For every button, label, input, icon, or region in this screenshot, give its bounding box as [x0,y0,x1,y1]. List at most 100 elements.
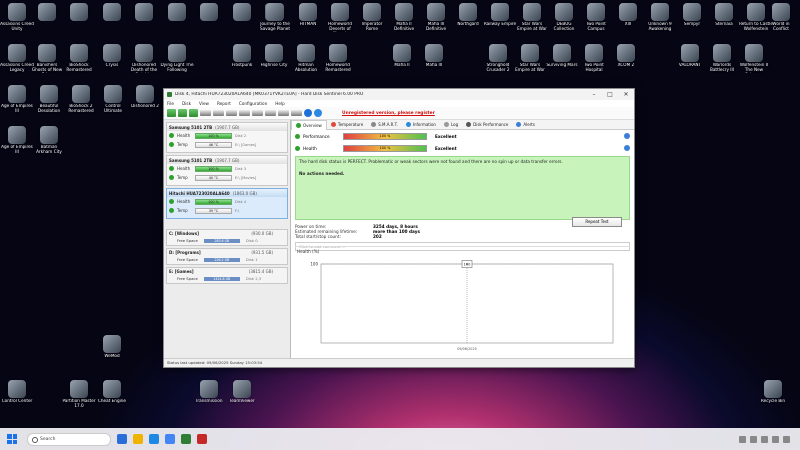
desktop-icon[interactable]: Highrise City [257,44,291,68]
desktop-icon[interactable]: Assassins Creed Unity [0,3,34,32]
disk-1-icon[interactable] [213,110,224,116]
app-taskbar-icon[interactable] [197,434,207,444]
disk-6-icon[interactable] [278,110,289,116]
desktop-icon[interactable]: Age of Empires III [0,85,34,114]
desktop-icon[interactable]: DEBUG Collection [547,3,581,32]
desktop-icon[interactable]: Beautiful Desolation [32,85,66,114]
disk-5-icon[interactable] [265,110,276,116]
refresh-icon[interactable] [167,109,176,117]
tab-temperature[interactable]: Temperature [327,120,367,129]
desktop-icon[interactable]: Sempyr [675,3,709,27]
partition-card[interactable]: C: [Windows] (930.0 GB) Free Space 283.6 G… [166,229,288,246]
test-icon[interactable] [178,109,187,117]
menu-file[interactable]: File [167,101,174,106]
task-view-icon[interactable] [117,434,127,444]
disk-0-icon[interactable] [200,110,211,116]
desktop-icon[interactable]: Star Wars Empire at War [515,3,549,32]
taskbar-search[interactable]: Search [27,432,111,446]
tray-icon[interactable] [761,435,768,443]
desktop-icon[interactable]: XCOM 2 [609,44,643,68]
desktop-icon[interactable]: Partition Master 17.0 [62,380,96,409]
tab-log[interactable]: Log [440,120,462,129]
desktop-icon[interactable]: Assassins Creed Legacy [0,44,34,73]
desktop-icon[interactable]: Imperator Rome [355,3,389,32]
menu-help[interactable]: Help [275,101,285,106]
desktop-icon[interactable]: Dying Light The Following [160,44,194,73]
desktop-icon[interactable]: WeMod [95,335,129,359]
file-explorer-icon[interactable] [133,434,143,444]
edge-icon[interactable] [149,434,159,444]
desktop-icon[interactable]: Mafia III Definitive [419,3,453,32]
desktop-icon[interactable]: Banishers Ghosts of New Eden [30,44,64,73]
desktop-icon[interactable] [95,3,129,22]
tray-icon[interactable] [783,435,790,443]
desktop-icon[interactable]: Dishonored 2 [128,85,162,109]
desktop-icon[interactable]: Two Point Campus [579,3,613,32]
desktop-icon[interactable]: Homeworld Remastered [321,44,355,73]
desktop-icon[interactable]: Two Point Hospital [577,44,611,73]
partition-card[interactable]: D: [Programs] (931.5 GB) Free Space 226.2 … [166,248,288,265]
disk-3-icon[interactable] [239,110,250,116]
desktop-icon[interactable]: Wolfenstein II The New Colossus [737,44,771,73]
desktop-icon[interactable]: Hitman Absolution [289,44,323,73]
tray-icon[interactable] [739,435,746,443]
help-icon[interactable] [624,145,630,151]
desktop-icon[interactable]: Control Ultimate [96,85,130,114]
desktop-icon[interactable]: Stronghold Crusader 2 [481,44,515,73]
desktop-icon[interactable] [127,3,161,22]
close-icon[interactable]: ✕ [618,89,634,100]
desktop-icon[interactable]: TeamViewer [225,380,259,404]
desktop-icon[interactable]: Sternaia [707,3,741,27]
desktop-icon[interactable]: Dishonored Death of the Outsider [127,44,161,73]
desktop-icon[interactable]: Mafia II [385,44,419,68]
desktop-icon[interactable]: Star Wars Empire at War [513,44,547,73]
tab-disk-performance[interactable]: Disk Performance [462,120,512,129]
tray-icon[interactable] [772,435,779,443]
tab-alerts[interactable]: Alerts [512,120,539,129]
menu-report[interactable]: Report [217,101,231,106]
window-titlebar[interactable]: Disk 4, Hitachi HUA723020ALA640 [MK0371Y… [164,89,634,100]
desktop-icon[interactable]: Batman Arkham City [32,126,66,155]
start-button[interactable] [7,434,17,444]
desktop-icon[interactable] [160,3,194,22]
desktop-icon[interactable]: BioShock 2 Remastered [64,85,98,114]
disk-card-selected[interactable]: Hitachi HUA723020ALA640 (1863.0 GB) Healt… [166,188,288,219]
menu-view[interactable]: View [199,101,209,106]
disk-card[interactable]: Samsung 5101 2TB (1907.7 GB) Health 100 % D… [166,122,288,153]
chrome-icon[interactable] [165,434,175,444]
desktop-icon[interactable]: Warlords Battlecry III [705,44,739,73]
maximize-icon[interactable]: □ [602,89,618,100]
info-icon[interactable] [314,109,322,117]
desktop-icon[interactable]: Crysis [95,44,129,68]
desktop-icon[interactable]: Mafia II Definitive [387,3,421,32]
disk-7-icon[interactable] [291,110,302,116]
desktop-icon[interactable] [225,3,259,22]
desktop-icon[interactable] [62,3,96,22]
desktop-icon[interactable]: Railway Empire [483,3,517,27]
desktop-icon[interactable]: HITMAN [291,3,325,27]
desktop-icon[interactable]: Homeworld Deserts of Kharak [323,3,357,32]
help-icon[interactable] [304,109,312,117]
help-icon[interactable] [624,133,630,139]
menu-disk[interactable]: Disk [182,101,191,106]
desktop-icon[interactable]: XIII [611,3,645,27]
desktop-icon[interactable]: BioShock Remastered [62,44,96,73]
disk-2-icon[interactable] [226,110,237,116]
tab-smart[interactable]: S.M.A.R.T. [367,120,402,129]
report-icon[interactable] [189,109,198,117]
desktop-icon[interactable]: Frostpunk [225,44,259,68]
desktop-icon[interactable]: Recycle Bin [756,380,790,404]
minimize-icon[interactable]: – [586,89,602,100]
desktop-icon[interactable] [192,3,226,22]
disk-4-icon[interactable] [252,110,263,116]
hd-sentinel-taskbar-icon[interactable] [181,434,191,444]
desktop-icon[interactable]: Journey to the Savage Planet [258,3,292,32]
disk-card[interactable]: Samsung 5101 2TB (1907.7 GB) Health 100 % D… [166,155,288,186]
desktop-icon[interactable]: World in Conflict [764,3,798,32]
tab-overview[interactable]: Overview [291,119,327,130]
tab-information[interactable]: Information [402,120,440,129]
desktop-icon[interactable]: VALORANT [673,44,707,68]
desktop-icon[interactable]: Northgard [451,3,485,27]
repeat-test-button[interactable]: Repeat Test [572,217,622,227]
desktop-icon[interactable]: Transmission [192,380,226,404]
